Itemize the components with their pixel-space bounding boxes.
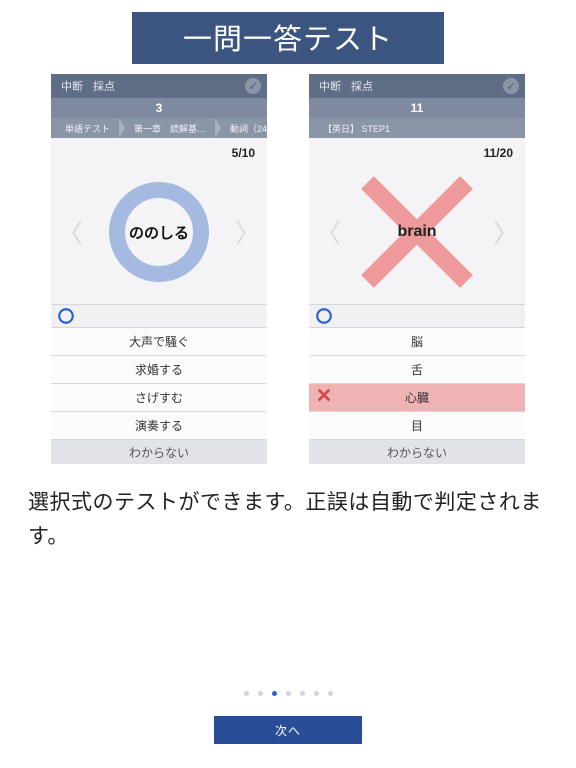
dot[interactable] — [314, 691, 319, 696]
question-word: brain — [397, 223, 436, 241]
unknown-button[interactable]: わからない — [51, 440, 267, 464]
answer-option-wrong[interactable]: 心臓 — [309, 384, 525, 412]
circle-mark-icon — [57, 307, 75, 325]
answer-option-label: 心臓 — [405, 389, 429, 406]
page-description: 選択式のテストができます。正誤は自動で判定されます。 — [28, 486, 548, 553]
progress-number: 11 — [309, 98, 525, 118]
unknown-button[interactable]: わからない — [309, 440, 525, 464]
phone-mock-left: 中断 採点 ✓ 3 単語テスト 第一章 読解基… 動詞（24語） 5/10 〈 … — [51, 74, 267, 464]
check-icon[interactable]: ✓ — [245, 78, 261, 94]
question-area: 〈 ののしる 〉 — [51, 160, 267, 304]
selected-mark-row — [309, 304, 525, 327]
correct-circle-icon: ののしる — [109, 182, 209, 282]
answer-list: 大声で騒ぐ 求婚する さげすむ 演奏する — [51, 327, 267, 440]
answer-option[interactable]: 大声で騒ぐ — [51, 328, 267, 356]
breadcrumb-item[interactable]: 単語テスト — [51, 118, 120, 138]
progress-number: 3 — [51, 98, 267, 118]
phone-mock-right: 中断 採点 ✓ 11 【英日】 STEP1 11/20 〈 brain 〉 脳 … — [309, 74, 525, 464]
chevron-right-icon[interactable]: 〉 — [235, 214, 261, 251]
topbar-grade[interactable]: 採点 — [93, 78, 115, 94]
phones-row: 中断 採点 ✓ 3 単語テスト 第一章 読解基… 動詞（24語） 5/10 〈 … — [0, 74, 576, 464]
phone-topbar: 中断 採点 ✓ — [309, 74, 525, 98]
pagination-dots — [0, 691, 576, 696]
breadcrumb-item[interactable]: 第一章 読解基… — [120, 118, 216, 138]
breadcrumb-item[interactable]: 動詞（24語） — [216, 118, 267, 138]
breadcrumb: 【英日】 STEP1 — [309, 118, 525, 138]
topbar-stop[interactable]: 中断 — [319, 78, 341, 94]
answer-list: 脳 舌 心臓 目 — [309, 327, 525, 440]
topbar-stop[interactable]: 中断 — [61, 78, 83, 94]
answer-option[interactable]: 舌 — [309, 356, 525, 384]
question-area: 〈 brain 〉 — [309, 160, 525, 304]
dot[interactable] — [286, 691, 291, 696]
circle-mark-icon — [315, 307, 333, 325]
answer-option[interactable]: 目 — [309, 412, 525, 440]
answer-option[interactable]: さげすむ — [51, 384, 267, 412]
answer-option[interactable]: 演奏する — [51, 412, 267, 440]
breadcrumb: 単語テスト 第一章 読解基… 動詞（24語） — [51, 118, 267, 138]
dot-active[interactable] — [272, 691, 277, 696]
dot[interactable] — [328, 691, 333, 696]
check-icon[interactable]: ✓ — [503, 78, 519, 94]
wrong-cross-icon: brain — [357, 177, 477, 287]
x-mark-icon — [315, 386, 333, 404]
question-counter: 5/10 — [51, 138, 267, 160]
chevron-left-icon[interactable]: 〈 — [57, 214, 83, 251]
dot[interactable] — [244, 691, 249, 696]
dot[interactable] — [258, 691, 263, 696]
chevron-right-icon[interactable]: 〉 — [493, 214, 519, 251]
topbar-grade[interactable]: 採点 — [351, 78, 373, 94]
page-title: 一問一答テスト — [132, 12, 444, 64]
chevron-left-icon[interactable]: 〈 — [315, 214, 341, 251]
dot[interactable] — [300, 691, 305, 696]
breadcrumb-item[interactable]: 【英日】 STEP1 — [309, 118, 400, 138]
question-word: ののしる — [129, 222, 189, 243]
next-button[interactable]: 次へ — [214, 716, 362, 744]
phone-topbar: 中断 採点 ✓ — [51, 74, 267, 98]
answer-option[interactable]: 脳 — [309, 328, 525, 356]
question-counter: 11/20 — [309, 138, 525, 160]
selected-mark-row — [51, 304, 267, 327]
answer-option[interactable]: 求婚する — [51, 356, 267, 384]
